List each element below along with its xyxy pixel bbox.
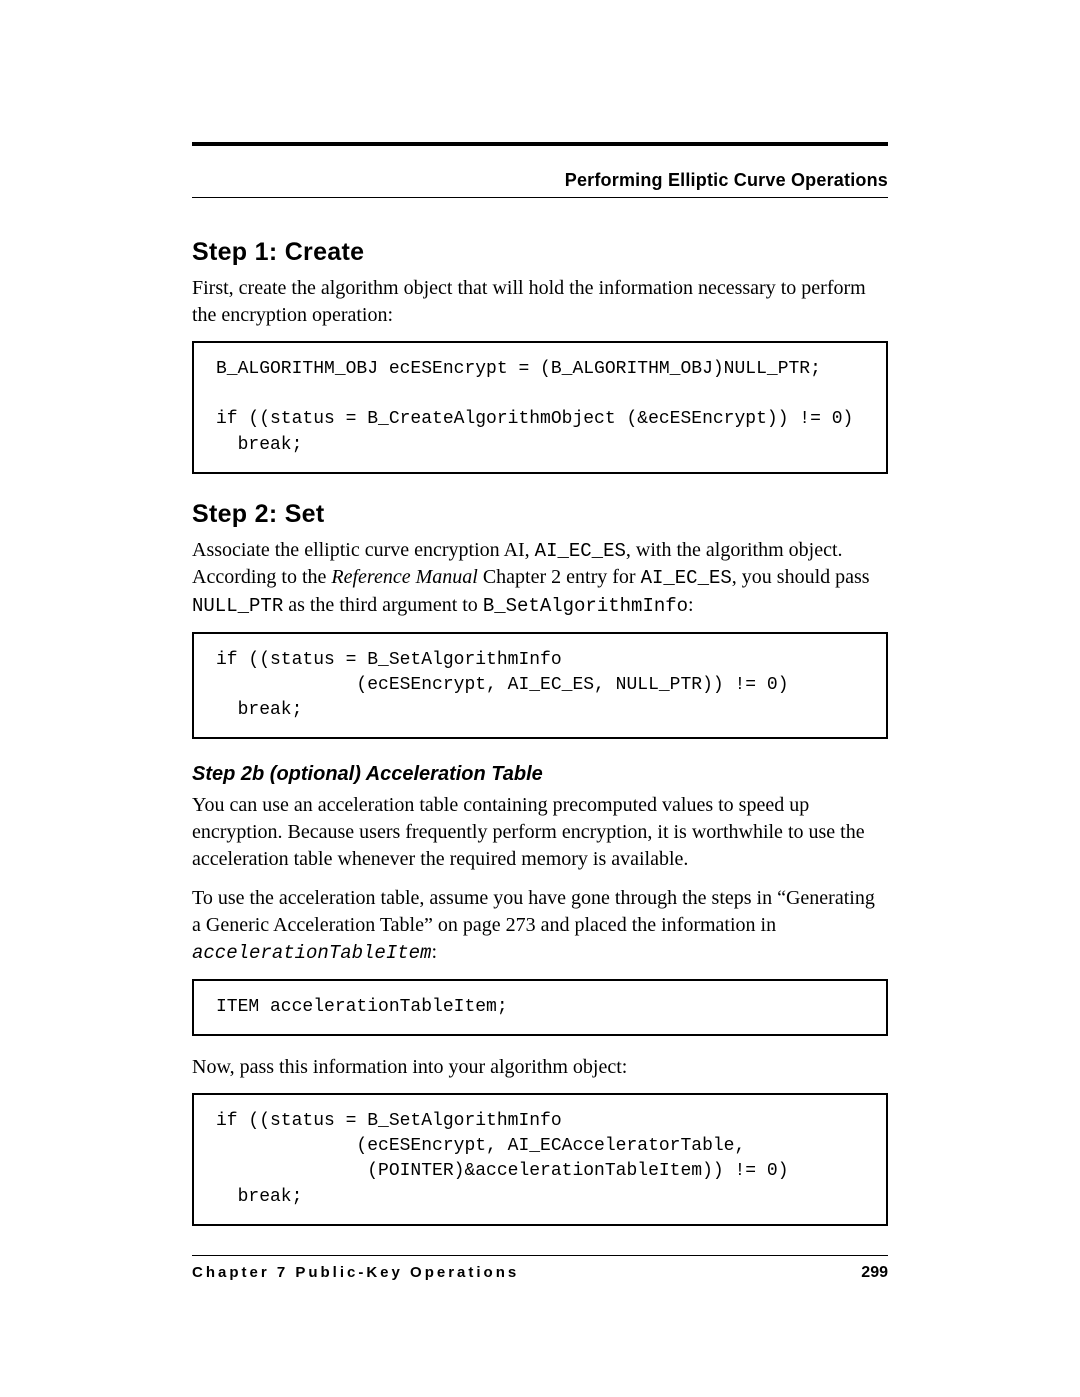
section-header: Performing Elliptic Curve Operations [565, 170, 888, 191]
footer-page-number: 299 [861, 1264, 888, 1282]
step2b-para2-code: accelerationTableItem [192, 942, 431, 964]
step2-para1-code4: B_SetAlgorithmInfo [483, 595, 688, 617]
step2-para1-code3: NULL_PTR [192, 595, 283, 617]
step2-para1-e: as the third argument to [283, 594, 483, 616]
step2-para1-d: , you should pass [732, 566, 870, 588]
top-rule [192, 142, 888, 146]
step2-para1-ref: Reference Manual [331, 566, 477, 588]
step2b-para2-b: : [431, 941, 437, 963]
page: Performing Elliptic Curve Operations Ste… [0, 0, 1080, 1397]
section-header-row: Performing Elliptic Curve Operations [192, 170, 888, 198]
step2b-codebox2: if ((status = B_SetAlgorithmInfo (ecESEn… [192, 1093, 888, 1226]
step2-para1-a: Associate the elliptic curve encryption … [192, 539, 535, 561]
step2b-para1: You can use an acceleration table contai… [192, 792, 888, 873]
step2-para1: Associate the elliptic curve encryption … [192, 537, 888, 620]
step1-para1: First, create the algorithm object that … [192, 275, 888, 329]
step2b-heading: Step 2b (optional) Acceleration Table [192, 763, 888, 786]
step2-para1-c: Chapter 2 entry for [478, 566, 641, 588]
step2b-para3: Now, pass this information into your alg… [192, 1054, 888, 1081]
step2-para1-code2: AI_EC_ES [641, 567, 732, 589]
step2-para1-f: : [688, 594, 694, 616]
footer-chapter: Chapter 7 Public-Key Operations [192, 1264, 519, 1282]
step1-codebox: B_ALGORITHM_OBJ ecESEncrypt = (B_ALGORIT… [192, 341, 888, 474]
step2b-codebox1: ITEM accelerationTableItem; [192, 979, 888, 1036]
step2b-para2: To use the acceleration table, assume yo… [192, 885, 888, 967]
step2-para1-code1: AI_EC_ES [535, 540, 626, 562]
step2-heading: Step 2: Set [192, 500, 888, 529]
step2-codebox: if ((status = B_SetAlgorithmInfo (ecESEn… [192, 632, 888, 740]
step1-heading: Step 1: Create [192, 238, 888, 267]
step2b-para2-a: To use the acceleration table, assume yo… [192, 887, 875, 936]
page-footer: Chapter 7 Public-Key Operations 299 [192, 1255, 888, 1282]
